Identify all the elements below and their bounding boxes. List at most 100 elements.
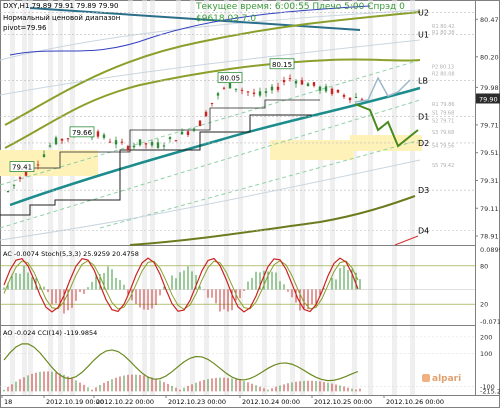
pivot-label: R2 80.08 <box>432 71 455 77</box>
price-tick-label: 79.98 <box>480 84 499 92</box>
candle-body <box>162 145 166 147</box>
symbol-line: DXY,H1 79.89 79.91 79.89 79.90 <box>3 2 119 10</box>
candle-body <box>108 141 112 143</box>
candle-body <box>348 97 352 101</box>
ao-scale-label: 200 <box>480 333 492 341</box>
session-stripe <box>224 0 229 395</box>
pivot-label: S4 79.56 <box>432 144 454 150</box>
time-axis: 18 2012.10.19 00:002012.10.22 00:00 2012.1… <box>1 395 444 406</box>
candle-body <box>12 184 16 186</box>
time-tick-label: 2012.10.24 00:00 <box>242 398 300 406</box>
candle-body <box>96 131 100 137</box>
candle-body <box>324 86 328 92</box>
session-stripe <box>204 0 209 395</box>
candle-body <box>312 82 316 86</box>
ao-label: AO -0.024 CCI(14) -119.9854 <box>3 329 97 337</box>
level-label: D2 <box>418 139 429 148</box>
current-price-label: 79.90 <box>479 95 498 103</box>
ac-scale-label: 80 <box>480 262 488 270</box>
time-tick-label: 18 <box>4 398 12 406</box>
candle-body <box>282 79 286 83</box>
ac-scale-label: 0.0899 <box>480 246 500 254</box>
time-tick-label: 2012.10.23 00:00 <box>168 398 226 406</box>
candle-body <box>294 80 298 84</box>
candle-body <box>204 111 208 117</box>
annotation-label: 80.15 <box>272 61 292 69</box>
price-tick-label: 79.51 <box>480 149 499 157</box>
level-label: D4 <box>418 226 429 235</box>
broker-line-2: pivot=79.96 <box>3 24 47 32</box>
candle-body <box>216 93 220 96</box>
level-label: LB <box>418 76 428 85</box>
candle-body <box>288 78 292 80</box>
level-label: U2 <box>418 8 429 17</box>
ao-scale-label: 100 <box>480 350 492 358</box>
session-stripe <box>392 0 397 395</box>
price-tick-label: 79.11 <box>480 205 499 213</box>
level-labels: U2U1LBD1D2D3D4R1 80.42R1 80.38P2 80.13R2… <box>418 8 455 235</box>
session-stripe <box>318 0 323 395</box>
candle-body <box>330 88 334 95</box>
price-tick-label: 79.31 <box>480 177 499 185</box>
broker-line-1: Нормальный ценовой диапазон <box>3 14 121 22</box>
level-label: D3 <box>418 186 429 195</box>
candle-body <box>18 177 22 179</box>
level-label: U1 <box>418 31 429 40</box>
candle-body <box>156 142 160 148</box>
candle-body <box>66 138 70 140</box>
balance-line: $9618.03 7.0 <box>196 14 257 24</box>
pivot-label: S2 79.71 <box>432 119 454 125</box>
session-stripe <box>128 0 133 395</box>
candle-body <box>6 191 10 193</box>
candle-body <box>342 94 346 97</box>
candle-body <box>252 92 256 94</box>
ac-scale-label: -0.0713 <box>480 318 500 326</box>
candle-body <box>126 146 130 151</box>
candle-body <box>144 143 148 145</box>
candle-body <box>180 131 184 135</box>
chart-canvas[interactable]: AC -0.0074 Stoch(5,3,3) 25.9259 20.4758 0… <box>0 0 500 408</box>
candle-body <box>36 164 40 166</box>
session-stripe <box>190 0 195 395</box>
trading-terminal-chart: AC -0.0074 Stoch(5,3,3) 25.9259 20.4758 0… <box>0 0 500 408</box>
ac-scale-label: 20 <box>480 301 488 309</box>
candle-body <box>318 86 322 91</box>
pivot-label: S3 79.68 <box>432 130 454 136</box>
candle-body <box>270 86 274 91</box>
candle-body <box>54 137 58 145</box>
server-time-line: Текущее время: 6:00:55 Плечо 5:00 Спрэд … <box>196 2 405 12</box>
price-tick-label: 80.47 <box>480 16 499 24</box>
candle-body <box>354 96 358 98</box>
candle-body <box>132 145 136 148</box>
candle-body <box>186 131 190 135</box>
session-stripe <box>142 0 147 395</box>
ac-label: AC -0.0074 Stoch(5,3,3) 25.9259 20.4758 <box>3 250 139 258</box>
candle-body <box>306 83 310 87</box>
pivot-label: R1 79.86 <box>432 102 455 108</box>
candle-body <box>114 140 118 145</box>
candle-body <box>48 145 52 147</box>
candle-body <box>246 91 250 93</box>
candle-body <box>174 140 178 142</box>
candle-body <box>264 91 268 93</box>
price-tick-label: 78.91 <box>480 233 499 241</box>
pivot-label: S1 79.68 <box>432 110 454 116</box>
candle-body <box>120 141 124 143</box>
candle-body <box>276 86 280 90</box>
pivot-label: P2 80.13 <box>432 65 454 71</box>
time-tick-label: 2012.10.22 00:00 <box>96 398 154 406</box>
candle-body <box>198 120 202 127</box>
time-tick-label: 2012.10.26 00:00 <box>386 398 444 406</box>
pivot-label: R1 80.38 <box>432 30 455 36</box>
watermark-text: alpari <box>432 374 462 384</box>
session-stripe <box>262 0 267 395</box>
level-label: D1 <box>418 113 429 122</box>
watermark-logo: alpari <box>422 374 461 384</box>
candle-body <box>300 80 304 85</box>
candle-body <box>234 88 238 90</box>
session-stripe <box>176 0 181 395</box>
candle-body <box>336 89 340 93</box>
candle-body <box>102 134 106 138</box>
pivot-label: S5 79.42 <box>432 163 454 169</box>
alpari-icon <box>422 374 430 382</box>
